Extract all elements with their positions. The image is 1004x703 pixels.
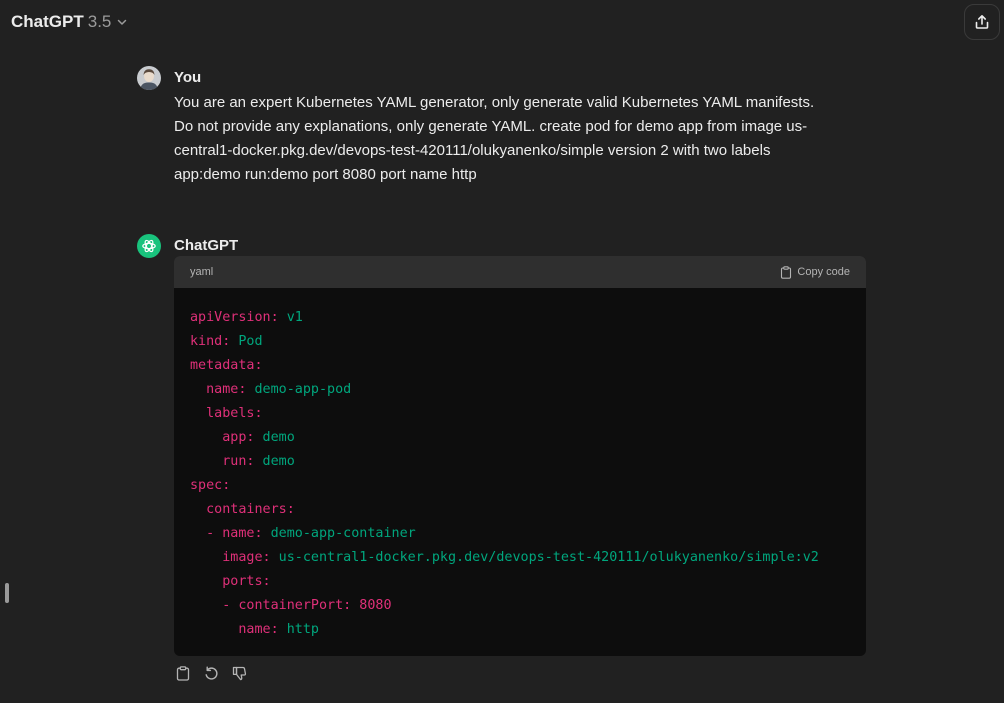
thumbs-down-icon <box>232 666 246 680</box>
user-text-line: You are an expert Kubernetes YAML genera… <box>174 94 815 111</box>
assistant-author-label: ChatGPT <box>174 237 239 254</box>
top-bar: ChatGPT 3.5 <box>0 0 1004 44</box>
yaml-value: demo <box>254 430 295 445</box>
yaml-value: demo-app-container <box>262 526 416 541</box>
code-line: - containerPort: 8080 <box>190 594 850 618</box>
yaml-key: name: <box>238 622 279 637</box>
code-line: kind: Pod <box>190 330 850 354</box>
code-content: apiVersion: v1 kind: Pod metadata: name: d… <box>174 288 866 656</box>
code-line: ports: <box>190 570 850 594</box>
thumbs-down-button[interactable] <box>230 664 248 682</box>
yaml-value: http <box>278 622 319 637</box>
code-language-label: yaml <box>190 266 214 278</box>
user-author-label: You <box>174 69 202 86</box>
clipboard-icon <box>176 665 190 681</box>
yaml-key: - containerPort: <box>222 598 352 613</box>
yaml-key: spec: <box>190 478 231 493</box>
model-selector[interactable]: ChatGPT 3.5 <box>11 12 127 32</box>
share-button[interactable] <box>964 4 1000 40</box>
user-message-text: You are an expert Kubernetes YAML genera… <box>174 91 874 187</box>
refresh-icon <box>205 666 218 680</box>
yaml-key: image: <box>222 550 271 565</box>
code-line: apiVersion: v1 <box>190 306 850 330</box>
user-avatar <box>137 66 161 90</box>
yaml-key: containers: <box>206 502 295 517</box>
code-line: name: http <box>190 618 850 642</box>
code-block: yaml Copy code apiVersion: v1 kind: Pod me… <box>174 256 866 656</box>
yaml-key: ports: <box>222 574 271 589</box>
code-line: name: demo-app-pod <box>190 378 850 402</box>
code-line: spec: <box>190 474 850 498</box>
code-line: image: us-central1-docker.pkg.dev/devops… <box>190 546 850 570</box>
yaml-key: app: <box>222 430 255 445</box>
clipboard-icon <box>781 265 792 279</box>
yaml-key: metadata: <box>190 358 263 373</box>
yaml-key: apiVersion: <box>190 310 279 325</box>
user-text-line: app:demo run:demo port 8080 port name ht… <box>174 166 477 183</box>
code-line: - name: demo-app-container <box>190 522 850 546</box>
code-line: app: demo <box>190 426 850 450</box>
copy-message-button[interactable] <box>174 664 192 682</box>
code-block-header: yaml Copy code <box>174 256 866 288</box>
chevron-down-icon <box>118 19 127 25</box>
yaml-key: - name: <box>206 526 263 541</box>
share-icon <box>975 15 989 29</box>
yaml-value: v1 <box>278 310 303 325</box>
code-line: run: demo <box>190 450 850 474</box>
yaml-value: us-central1-docker.pkg.dev/devops-test-4… <box>270 550 819 565</box>
yaml-key: labels: <box>206 406 263 421</box>
yaml-value: 8080 <box>351 598 392 613</box>
copy-code-label: Copy code <box>797 266 850 278</box>
code-line: containers: <box>190 498 850 522</box>
yaml-key: run: <box>222 454 255 469</box>
chatgpt-logo-icon <box>137 234 161 258</box>
regenerate-button[interactable] <box>202 664 220 682</box>
message-actions <box>174 664 248 682</box>
copy-code-button[interactable]: Copy code <box>780 265 850 279</box>
model-name: ChatGPT <box>11 12 84 31</box>
yaml-key: name: <box>206 382 247 397</box>
yaml-value: demo-app-pod <box>246 382 352 397</box>
yaml-value: Pod <box>230 334 263 349</box>
code-line: metadata: <box>190 354 850 378</box>
user-text-line: Do not provide any explanations, only ge… <box>174 118 808 135</box>
sidebar-toggle-handle[interactable] <box>5 583 9 603</box>
user-text-line: central1-docker.pkg.dev/devops-test-4201… <box>174 142 771 159</box>
model-version: 3.5 <box>87 12 112 31</box>
code-line: labels: <box>190 402 850 426</box>
yaml-value: demo <box>254 454 295 469</box>
yaml-key: kind: <box>190 334 231 349</box>
